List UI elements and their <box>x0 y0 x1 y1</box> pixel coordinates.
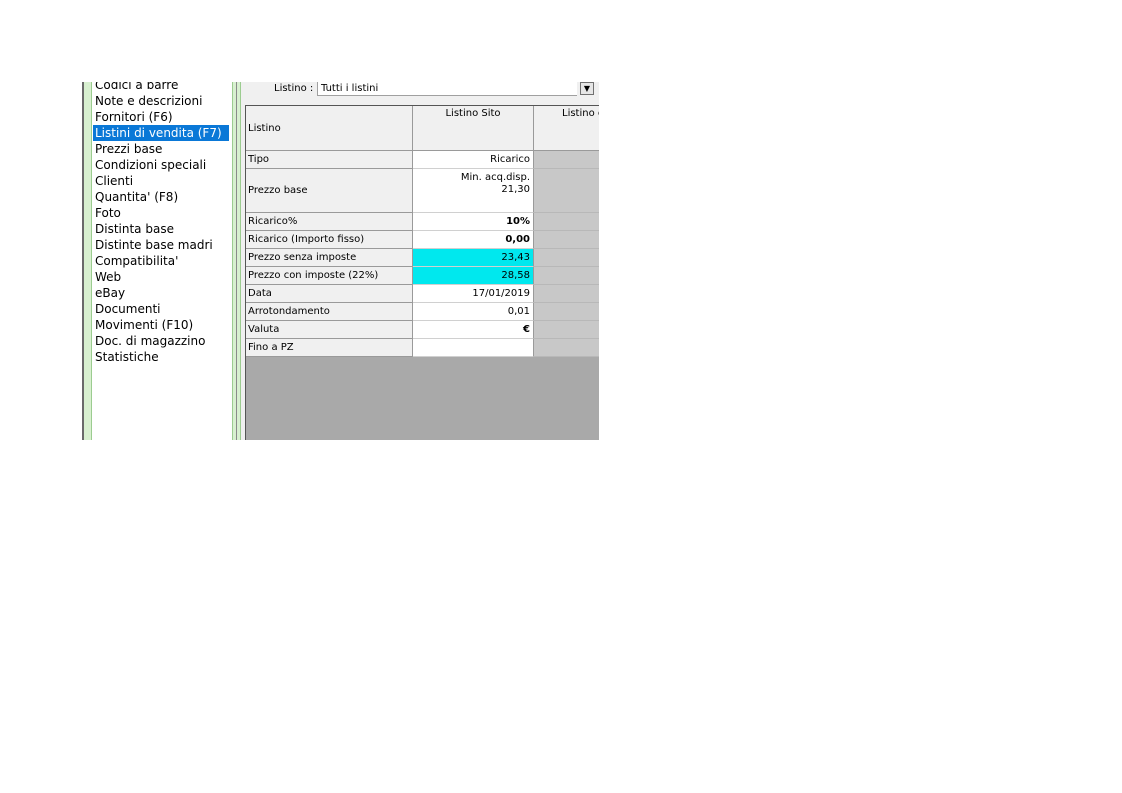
row-label-ricarico-percent: Ricarico% <box>246 213 413 231</box>
row-label-prezzo-base: Prezzo base <box>246 169 413 213</box>
sidebar-item-doc-di-magazzino[interactable]: Doc. di magazzino <box>93 333 229 349</box>
table-row: Arrotondamento 0,01 <box>246 303 599 321</box>
row-label-fino-a-pz: Fino a PZ <box>246 339 413 357</box>
cell-tipo-value[interactable]: Ricarico <box>413 151 534 169</box>
row-label-prezzo-con-imposte: Prezzo con imposte (22%) <box>246 267 413 285</box>
cell-data-value[interactable]: 17/01/2019 <box>413 285 534 303</box>
cell-fino-a-pz-value[interactable] <box>413 339 534 357</box>
price-list-panel: Listino : Tutti i listini ▼ Listino List… <box>241 82 599 440</box>
sidebar-item-ebay[interactable]: eBay <box>93 285 229 301</box>
row-label-prezzo-senza-imposte: Prezzo senza imposte <box>246 249 413 267</box>
row-label-tipo: Tipo <box>246 151 413 169</box>
prezzo-base-amount: 21,30 <box>501 184 530 195</box>
cell-gray[interactable] <box>534 231 599 249</box>
splitter-handle[interactable] <box>232 82 241 440</box>
splitter-line <box>236 82 237 440</box>
prezzo-base-mode: Min. acq.disp. <box>460 172 530 183</box>
listino-filter-label: Listino : <box>274 83 314 94</box>
header-listino: Listino <box>246 106 413 151</box>
cell-gray[interactable] <box>534 285 599 303</box>
cell-gray[interactable] <box>534 151 599 169</box>
grid-header-row: Listino Listino Sito Listino e <box>246 106 599 151</box>
header-listino-e[interactable]: Listino e <box>534 106 599 151</box>
sidebar-nav: Codici a barre Note e descrizioni Fornit… <box>92 82 233 440</box>
sidebar-item-documenti[interactable]: Documenti <box>93 301 229 317</box>
cell-ricarico-importo-value[interactable]: 0,00 <box>413 231 534 249</box>
sidebar-item-compatibilita[interactable]: Compatibilita' <box>93 253 229 269</box>
sidebar-item-quantita[interactable]: Quantita' (F8) <box>93 189 229 205</box>
cell-ricarico-percent-value[interactable]: 10% <box>413 213 534 231</box>
listino-filter-select[interactable]: Tutti i listini <box>317 82 577 96</box>
cell-prezzo-senza-imposte-value[interactable]: 23,43 <box>413 249 534 267</box>
cell-gray[interactable] <box>534 213 599 231</box>
table-row: Data 17/01/2019 <box>246 285 599 303</box>
cell-prezzo-base-value[interactable]: Min. acq.disp. 21,30 <box>413 169 534 213</box>
table-row: Prezzo base Min. acq.disp. 21,30 <box>246 169 599 213</box>
cell-gray[interactable] <box>534 249 599 267</box>
price-list-grid: Listino Listino Sito Listino e Tipo Rica… <box>245 105 599 440</box>
cell-gray[interactable] <box>534 169 599 213</box>
table-row: Tipo Ricarico <box>246 151 599 169</box>
sidebar-item-movimenti[interactable]: Movimenti (F10) <box>93 317 229 333</box>
cell-gray[interactable] <box>534 267 599 285</box>
row-label-arrotondamento: Arrotondamento <box>246 303 413 321</box>
screenshot-region: Codici a barre Note e descrizioni Fornit… <box>82 82 599 440</box>
row-label-ricarico-importo: Ricarico (Importo fisso) <box>246 231 413 249</box>
sidebar-item-note-e-descrizioni[interactable]: Note e descrizioni <box>93 93 229 109</box>
table-row: Fino a PZ <box>246 339 599 357</box>
nav-left-gutter <box>84 82 92 440</box>
row-label-data: Data <box>246 285 413 303</box>
sidebar-item-prezzi-base[interactable]: Prezzi base <box>93 141 229 157</box>
row-label-valuta: Valuta <box>246 321 413 339</box>
sidebar-item-fornitori[interactable]: Fornitori (F6) <box>93 109 229 125</box>
sidebar-item-listini-di-vendita[interactable]: Listini di vendita (F7) <box>93 125 229 141</box>
sidebar-item-statistiche[interactable]: Statistiche <box>93 349 229 365</box>
header-listino-sito[interactable]: Listino Sito <box>413 106 534 151</box>
table-row: Valuta € <box>246 321 599 339</box>
sidebar-item-codici-a-barre[interactable]: Codici a barre <box>93 82 229 93</box>
sidebar-item-clienti[interactable]: Clienti <box>93 173 229 189</box>
sidebar-item-web[interactable]: Web <box>93 269 229 285</box>
sidebar-item-condizioni-speciali[interactable]: Condizioni speciali <box>93 157 229 173</box>
table-row: Ricarico (Importo fisso) 0,00 <box>246 231 599 249</box>
cell-prezzo-con-imposte-value[interactable]: 28,58 <box>413 267 534 285</box>
triangle-down-icon: ▼ <box>583 84 591 93</box>
cell-arrotondamento-value[interactable]: 0,01 <box>413 303 534 321</box>
cell-gray[interactable] <box>534 321 599 339</box>
table-row: Ricarico% 10% <box>246 213 599 231</box>
cell-valuta-value[interactable]: € <box>413 321 534 339</box>
dropdown-button[interactable]: ▼ <box>580 82 594 95</box>
sidebar-item-distinte-base-madri[interactable]: Distinte base madri <box>93 237 229 253</box>
sidebar-item-foto[interactable]: Foto <box>93 205 229 221</box>
sidebar-item-distinta-base[interactable]: Distinta base <box>93 221 229 237</box>
table-row: Prezzo senza imposte 23,43 <box>246 249 599 267</box>
cell-gray[interactable] <box>534 339 599 357</box>
table-row: Prezzo con imposte (22%) 28,58 <box>246 267 599 285</box>
cell-gray[interactable] <box>534 303 599 321</box>
